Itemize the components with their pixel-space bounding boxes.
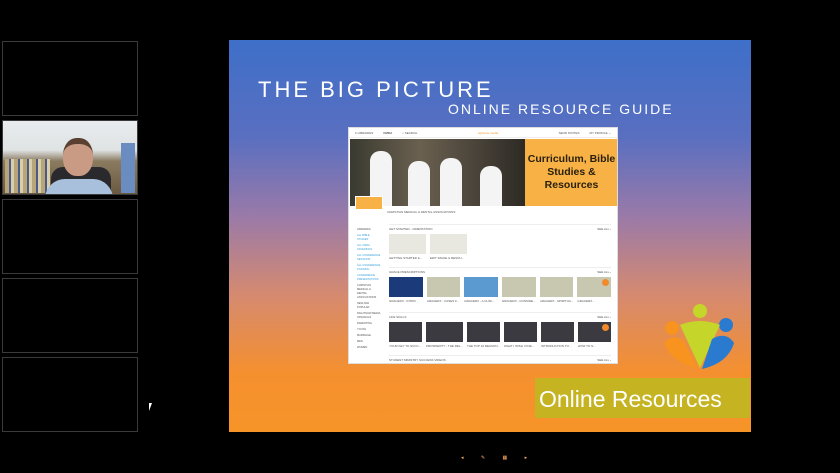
thumbnail-caption: GETTING STARTED &... [389,256,423,260]
slide-subtitle: ONLINE RESOURCE GUIDE [448,101,674,117]
content-section: GRACE PRESCRIPTIONS SEE ALL › GRACERX - IN… [389,267,612,303]
nav-libraries: ≡ LIBRARIES [355,130,374,135]
nav-cmda: CMDA [383,130,393,135]
see-all-link: SEE ALL › [597,270,611,274]
section-title: GRACE PRESCRIPTIONS [389,270,426,274]
content-section: LIFE SKILLS SEE ALL › YOUR KEY TO SUCC... P… [389,312,612,348]
thumbnail-caption: GRACERX - CONSIDE... [501,299,536,303]
section-title: GET STARTED - ORIENTATION [389,227,433,231]
participant-tile[interactable] [2,357,138,432]
window [121,143,135,193]
thumbnail-caption: GRACERX - A CLINI... [464,299,495,303]
sidebar-item: WOMEN [357,346,368,349]
thumbnail-caption: PROSPERITY - THE REL... [426,344,463,348]
site-nav: ≡ LIBRARIES CMDA ⌕ SEARCH rightnow media… [349,128,617,138]
participant-tile[interactable] [2,278,138,353]
sidebar-item: RIGHTNOW MEDIA ORIGINALS [357,312,381,319]
sidebar-item: ALL CONFERENCE SESSIONS [357,254,381,261]
thumbnail-caption: HOW TO N... [578,344,596,348]
see-all-link: SEE ALL › [597,315,611,319]
participant-tile[interactable] [2,199,138,274]
shared-slide: THE BIG PICTURE ONLINE RESOURCE GUIDE ≡ … [229,40,751,461]
thumbnail-caption: GRACERX - CASES F... [426,299,460,303]
bookshelf [5,159,50,193]
sidebar-item: ALL BIBLE STUDIES [357,234,370,241]
online-resources-badge: Online Resources [535,378,750,418]
nav-profile: MY PROFILE ⌄ [589,130,611,135]
participant-body [45,179,113,194]
thumbnail-caption: YOUR KEY TO SUCC... [389,344,422,348]
video-thumbnail: EDIT IMAGE & RESOU... [430,234,467,260]
video-thumbnail: PROSPERITY - THE REL... [426,322,463,348]
video-thumbnail: GRACERX - INTRO [389,277,423,303]
thumbnail-caption: EDIT IMAGE & RESOU... [430,256,465,260]
sidebar-item: MARRIAGE [357,334,371,337]
video-thumbnail: WHAT I WISH I KNE... [504,322,538,348]
participant-tile[interactable] [2,41,138,116]
participant-video-tile[interactable] [2,120,138,195]
cmda-logo [355,196,383,210]
video-thumbnail: INTRODUCTION TO... [541,322,575,348]
video-thumbnail: YOUR KEY TO SUCC... [389,322,422,348]
sidebar-item: NEW AND POPULAR [357,302,370,309]
content-section: STUDENT MINISTRY SUCCESS VIDEOS SEE ALL › [389,355,611,362]
content-section: GET STARTED - ORIENTATION SEE ALL › GETTIN… [389,224,611,260]
scroll-right-icon [602,279,609,286]
site-brand: rightnow media [477,130,499,135]
site-sidebar: LIBRARIES ALL BIBLE STUDIES ALL CMDA OFFER… [357,228,381,352]
section-title: LIFE SKILLS [389,315,407,319]
sidebar-item: CONFERENCE PRESENTATIONS [357,274,379,281]
section-title: STUDENT MINISTRY SUCCESS VIDEOS [389,358,446,362]
see-all-link: SEE ALL › [597,358,611,362]
sidebar-item: CHRISTIAN MEDICAL & DENTAL ASSOCIATIONS [357,284,377,299]
thumbnail-caption: GRACERX - INTRO [389,299,416,303]
thumbnail-caption: GRACERX - SPIRITUA... [539,299,574,303]
banner-heading: Curriculum, Bible Studies & Resources [525,139,617,206]
mouse-cursor-icon [149,403,152,411]
website-screenshot: ≡ LIBRARIES CMDA ⌕ SEARCH rightnow media… [348,127,618,364]
nav-invite: SEND INVITES [558,130,580,135]
video-thumbnail: GRACERX - A CLINI... [464,277,498,303]
video-thumbnail: GRACERX - CASES F... [426,277,461,303]
sidebar-item: ALL CMDA OFFERINGS [357,244,373,251]
thumbnail-caption: THE TOP 10 REASON... [467,344,501,348]
sidebar-item: MEN [357,340,363,343]
slide-title: THE BIG PICTURE [258,77,494,102]
video-thumbnail: GRACERX - CONSIDE... [501,277,536,303]
sidebar-item: ALL CONFERENCE TRAINING [357,264,381,271]
thumbnail-caption: INTRODUCTION TO... [541,344,572,348]
slide-controls[interactable]: ◂ ✎ ▦ ▸ [461,455,535,461]
sidebar-item: YOUTH [357,328,367,331]
sidebar-item: LIBRARIES [357,228,371,231]
video-thumbnail: GRACERX - SPIRITUA... [539,277,574,303]
video-thumbnail: GETTING STARTED &... [389,234,426,260]
nav-search: ⌕ SEARCH [402,130,418,135]
thumbnail-caption: GRACERX... [577,299,595,303]
participant-face [63,138,93,176]
scroll-right-icon [602,324,609,331]
org-name: CHRISTIAN MEDICAL & DENTAL ASSOCIATIONS [387,210,456,214]
thumbnail-caption: WHAT I WISH I KNE... [504,344,535,348]
cmda-people-logo-icon [664,304,734,369]
see-all-link: SEE ALL › [597,227,611,231]
video-thumbnail: THE TOP 10 REASON... [467,322,501,348]
sidebar-item: PARENTING [357,322,372,325]
